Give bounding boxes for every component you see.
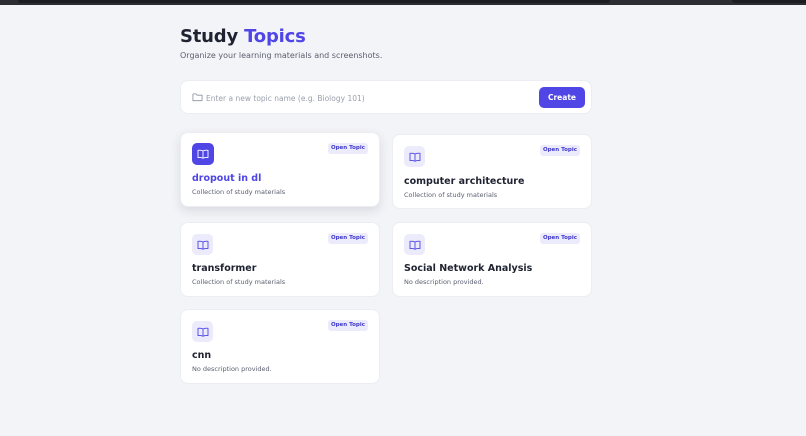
page-title-accent: Topics [244,26,306,47]
topic-icon-box [192,234,213,255]
topic-title: transformer [192,263,257,274]
topic-description: Collection of study materials [192,278,286,286]
topic-card[interactable]: Open Topic cnn No description provided. [180,309,380,384]
page-subtitle: Organize your learning materials and scr… [180,51,383,60]
topic-description: No description provided. [404,278,484,286]
topic-title: dropout in dl [192,173,262,184]
book-icon [409,152,420,162]
topic-card[interactable]: Open Topic computer architecture Collect… [392,134,592,209]
topic-title: computer architecture [404,176,525,187]
topic-icon-box [404,234,425,255]
topic-icon-box [404,146,425,167]
open-topic-badge[interactable]: Open Topic [539,233,580,244]
open-topic-badge[interactable]: Open Topic [327,143,368,154]
topic-title: Social Network Analysis [404,263,533,274]
top-bar-segment [18,0,610,3]
book-icon [197,327,208,337]
topic-title: cnn [192,350,212,361]
open-topic-badge[interactable]: Open Topic [539,145,580,156]
topic-card[interactable]: Open Topic Social Network Analysis No de… [392,222,592,297]
page-title: Study Topics [180,26,306,48]
topic-icon-box [192,321,213,342]
open-topic-badge[interactable]: Open Topic [327,233,368,244]
topic-description: Collection of study materials [192,188,286,196]
new-topic-input[interactable] [206,89,526,107]
book-icon [409,240,420,250]
new-topic-form: Create [180,80,592,114]
page-title-main: Study [180,26,239,47]
topic-description: Collection of study materials [404,191,498,199]
open-topic-badge[interactable]: Open Topic [327,320,368,331]
topic-description: No description provided. [192,365,272,373]
top-bar-segment [732,0,806,3]
create-button[interactable]: Create [539,87,585,108]
topic-icon-box [192,143,214,165]
topic-card[interactable]: Open Topic dropout in dl Collection of s… [180,132,380,207]
topic-card[interactable]: Open Topic transformer Collection of stu… [180,222,380,297]
book-icon [197,240,208,250]
book-icon [197,149,209,159]
folder-icon [192,93,203,102]
window-top-bar [0,0,806,5]
